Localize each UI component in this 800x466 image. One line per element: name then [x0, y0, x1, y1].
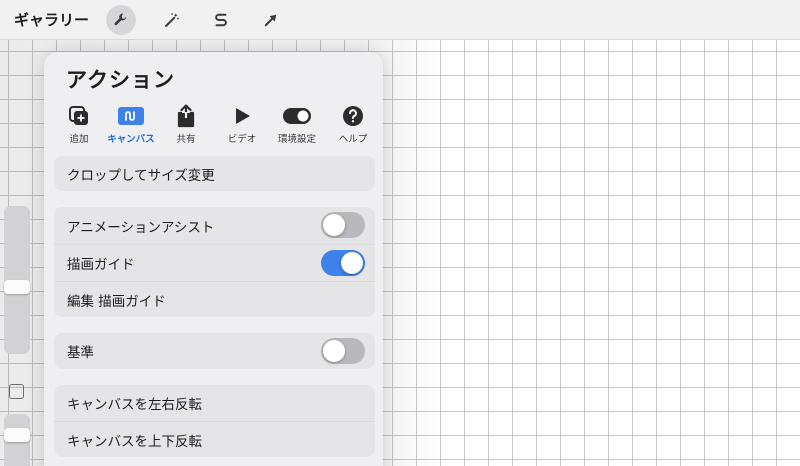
toggle-knob — [323, 214, 345, 236]
toggle-knob — [341, 252, 363, 274]
magic-wand-icon — [165, 13, 179, 27]
reference-row: 基準 — [54, 333, 375, 369]
animation-assist-toggle[interactable] — [321, 212, 365, 238]
actions-tool-button[interactable] — [106, 5, 136, 35]
animation-assist-row: アニメーションアシスト — [54, 207, 375, 244]
drawing-guide-row: 描画ガイド — [54, 244, 375, 281]
drawing-guide-toggle[interactable] — [321, 250, 365, 276]
panel-title: アクション — [66, 68, 175, 92]
crop-resize-label: クロップしてサイズ変更 — [67, 167, 215, 184]
drawing-guide-label: 描画ガイド — [67, 257, 135, 273]
help-icon — [343, 106, 363, 126]
tab-add[interactable]: 追加 — [52, 104, 106, 145]
brush-size-slider[interactable] — [4, 206, 30, 354]
modify-button[interactable] — [9, 384, 24, 399]
canvas-icon — [118, 107, 144, 125]
toggle-icon — [283, 108, 311, 124]
play-icon — [236, 108, 250, 124]
tab-help[interactable]: ヘルプ — [326, 104, 380, 145]
transform-arrow-icon — [264, 14, 277, 27]
gallery-button[interactable]: ギャラリー — [14, 9, 89, 30]
flip-horizontal-row[interactable]: キャンバスを左右反転 — [54, 385, 375, 421]
opacity-thumb[interactable] — [4, 428, 30, 442]
transform-tool-button[interactable] — [256, 5, 286, 35]
crop-resize-row[interactable]: クロップしてサイズ変更 — [54, 156, 375, 191]
flip-vertical-label: キャンバスを上下反転 — [67, 433, 202, 450]
edit-drawing-guide-row[interactable]: 編集 描画ガイド — [54, 281, 375, 317]
top-toolbar: ギャラリー — [0, 0, 800, 40]
selection-s-icon — [215, 13, 227, 27]
edit-drawing-guide-label: 編集 描画ガイド — [67, 293, 166, 310]
flip-vertical-row[interactable]: キャンバスを上下反転 — [54, 421, 375, 457]
toggle-knob — [323, 340, 345, 362]
wrench-icon — [114, 13, 127, 26]
tab-share[interactable]: 共有 — [159, 104, 213, 145]
selection-tool-button[interactable] — [206, 5, 236, 35]
brush-size-thumb[interactable] — [4, 280, 30, 294]
reference-toggle[interactable] — [321, 338, 365, 364]
tab-video[interactable]: ビデオ — [215, 104, 269, 145]
action-tabs: 追加 キャンバス 共有 ビデオ 環境設定 ヘルプ — [52, 104, 382, 146]
actions-panel: アクション 追加 キャンバス 共有 ビデオ 環境設定 ヘルプ クロップしてサイズ… — [44, 52, 383, 466]
adjustments-tool-button[interactable] — [157, 5, 187, 35]
flip-horizontal-label: キャンバスを左右反転 — [67, 397, 202, 413]
animation-assist-label: アニメーションアシスト — [67, 219, 215, 236]
add-icon — [69, 106, 88, 125]
share-icon — [177, 104, 195, 128]
tab-preferences[interactable]: 環境設定 — [270, 104, 324, 145]
tab-canvas[interactable]: キャンバス — [104, 104, 158, 145]
opacity-slider[interactable] — [4, 414, 30, 466]
reference-label: 基準 — [67, 345, 94, 361]
